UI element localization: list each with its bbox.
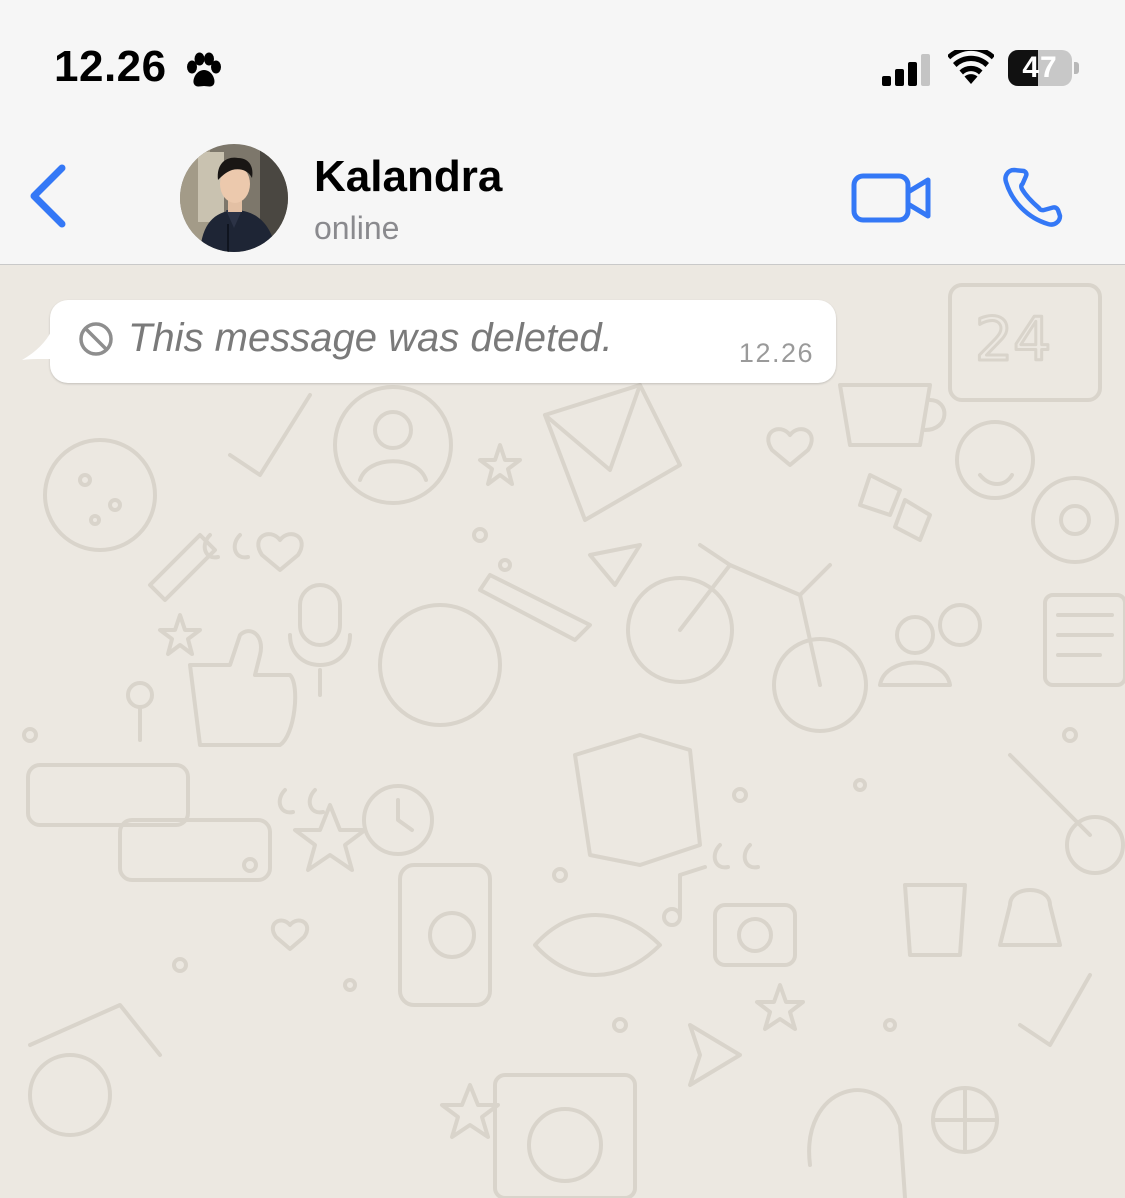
battery-indicator: 47	[1008, 50, 1079, 86]
video-call-icon[interactable]	[850, 170, 934, 226]
contact-name[interactable]: Kalandra	[314, 152, 502, 202]
avatar[interactable]	[180, 144, 288, 252]
bubble-tail	[22, 330, 62, 360]
battery-level: 47	[1022, 51, 1058, 84]
cellular-signal-icon	[882, 54, 930, 86]
message-timestamp: 12.26	[738, 338, 814, 368]
status-time: 12.26	[54, 42, 167, 91]
wifi-icon	[948, 50, 994, 84]
contact-status: online	[314, 210, 400, 246]
svg-text:24: 24	[975, 305, 1051, 375]
deleted-message-text: This message was deleted.	[128, 316, 613, 360]
doodle-wallpaper: 24	[22, 283, 1125, 1198]
chat-header: Kalandra online	[0, 130, 1125, 265]
phone-icon[interactable]	[1000, 166, 1068, 230]
prohibited-icon	[79, 322, 113, 356]
chat-area[interactable]: 24 This message was deleted. 12.26	[0, 265, 1125, 1198]
back-chevron-icon[interactable]	[20, 160, 80, 232]
paw-icon	[187, 52, 221, 87]
battery-tip	[1074, 62, 1079, 74]
message-bubble[interactable]: This message was deleted. 12.26	[50, 300, 836, 383]
status-bar: 12.26 47	[0, 0, 1125, 130]
battery-body: 47	[1008, 50, 1072, 86]
whatsapp-chat-screen: 12.26 47 Kalandra online 24 This message…	[0, 0, 1125, 1198]
